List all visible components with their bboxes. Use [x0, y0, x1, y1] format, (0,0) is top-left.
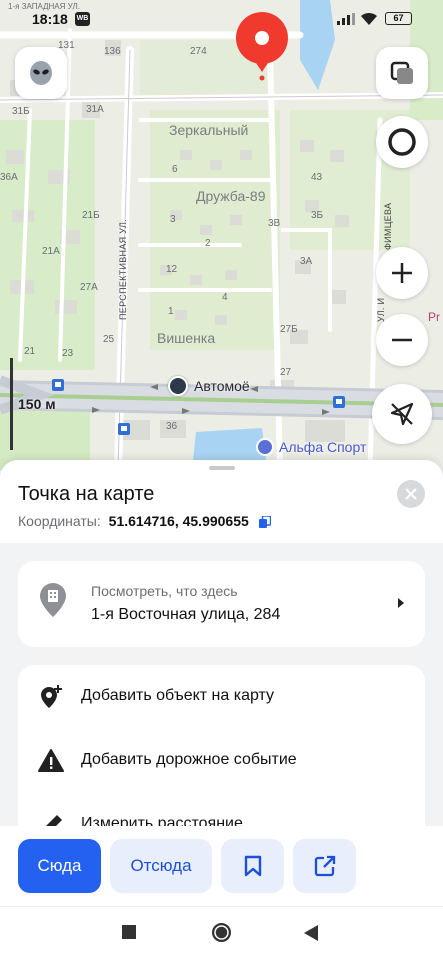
share-button[interactable] [293, 839, 356, 893]
wifi-icon [361, 12, 377, 25]
house-number: 3Б [311, 210, 324, 221]
sport-icon [256, 438, 274, 456]
layers-button[interactable] [376, 47, 428, 99]
street-label-right: УЛ. И [376, 297, 386, 322]
house-number: 27Б [280, 324, 298, 335]
house-number: 3А [300, 256, 313, 267]
signal-icon [337, 13, 355, 25]
poi-label: Альфа Спорт [279, 439, 367, 455]
chevron-right-icon [398, 598, 404, 608]
house-number: 25 [103, 334, 115, 345]
map-view[interactable]: 1-я ЗАПАДНАЯ УЛ. Зеркальный Дружба-89 Ви… [0, 0, 443, 470]
street-label-fimtseva: ФИМЦЕВА [383, 202, 393, 250]
location-off-icon [390, 402, 414, 426]
poi-label: Автомоё [194, 378, 250, 394]
route-here-button[interactable]: Сюда [18, 839, 101, 893]
bookmark-icon [244, 855, 261, 877]
minus-icon [392, 338, 412, 342]
house-number: 21Б [82, 210, 100, 221]
house-number: 36А [0, 172, 18, 183]
scale-bar [10, 358, 13, 450]
street-label-perspektivnaya: ПЕРСПЕКТИВНАЯ УЛ. [118, 219, 128, 320]
whats-here-card[interactable]: Посмотреть, что здесь 1-я Восточная улиц… [18, 561, 425, 647]
system-navigation-bar [0, 906, 443, 960]
house-number: 274 [190, 46, 207, 57]
house-number: 36 [166, 421, 178, 432]
status-time: 18:18 [32, 11, 68, 27]
house-number: 27 [280, 367, 292, 378]
house-number: 21А [42, 246, 60, 257]
bookmark-button[interactable] [221, 839, 284, 893]
layers-icon [390, 61, 413, 84]
area-label-vishenka: Вишенка [157, 330, 216, 346]
share-icon [314, 855, 335, 877]
action-label: Добавить объект на карту [81, 687, 275, 704]
copy-icon[interactable] [258, 516, 271, 528]
recent-apps-icon[interactable] [122, 925, 136, 939]
house-number: 1 [168, 306, 174, 317]
alice-ring-icon [388, 128, 416, 156]
poi-automoe[interactable]: Автомоё [168, 376, 250, 396]
whats-here-hint: Посмотреть, что здесь [91, 583, 238, 599]
action-label: Добавить дорожное событие [81, 751, 297, 768]
battery-indicator: 67 [385, 12, 412, 25]
map-pin-plus-icon [41, 685, 62, 708]
area-label-druzhba: Дружба-89 [196, 188, 266, 204]
zoom-in-button[interactable] [376, 247, 428, 299]
route-from-button[interactable]: Отсюда [110, 839, 212, 893]
coordinates-label: Координаты: [18, 513, 101, 529]
plus-icon [392, 263, 412, 283]
scale-label: 150 м [18, 396, 56, 412]
coordinates-row[interactable]: Координаты: 51.614716, 45.990655 [18, 513, 271, 529]
house-number: 2 [205, 238, 211, 249]
selected-point-pin[interactable] [234, 12, 290, 84]
house-number: 3 [170, 214, 176, 225]
sheet-title: Точка на карте [18, 483, 155, 505]
coordinates-value: 51.614716, 45.990655 [108, 513, 249, 529]
address-text: 1-я Восточная улица, 284 [91, 606, 281, 623]
back-icon[interactable] [304, 925, 318, 941]
status-bar: 18:18 WB 67 [0, 0, 443, 34]
close-button[interactable] [397, 480, 425, 508]
home-icon[interactable] [211, 922, 232, 943]
add-object-action[interactable]: Добавить объект на карту [18, 667, 425, 725]
area-label-zerkalny: Зеркальный [169, 122, 249, 138]
poi-alfa-sport[interactable]: Альфа Спорт [256, 438, 366, 456]
assistant-button[interactable] [15, 47, 67, 99]
house-number: 12 [166, 264, 178, 275]
sheet-header: Точка на карте Координаты: 51.614716, 45… [0, 460, 443, 543]
house-number: 3В [268, 218, 281, 229]
car-service-icon [168, 376, 188, 396]
building-pin-icon [40, 583, 66, 617]
house-number: 43 [311, 172, 323, 183]
house-number: 31А [86, 104, 104, 115]
my-location-button[interactable] [372, 384, 432, 444]
poi-label-pr: Pr [428, 310, 440, 324]
route-button-bar: Сюда Отсюда [0, 826, 443, 906]
notification-app-icon: WB [75, 12, 90, 26]
zoom-out-button[interactable] [376, 314, 428, 366]
house-number: 21 [24, 346, 36, 357]
house-number: 4 [222, 292, 228, 303]
house-number: 27А [80, 282, 98, 293]
house-number: 31Б [12, 106, 30, 117]
house-number: 136 [104, 46, 121, 57]
add-road-event-action[interactable]: Добавить дорожное событие [18, 731, 425, 789]
sheet-drag-handle[interactable] [209, 466, 235, 470]
house-number: 6 [172, 164, 178, 175]
close-icon [405, 488, 417, 500]
house-number: 23 [62, 348, 74, 359]
alice-button[interactable] [376, 116, 428, 168]
alien-icon [30, 61, 52, 85]
warning-icon [38, 749, 64, 772]
